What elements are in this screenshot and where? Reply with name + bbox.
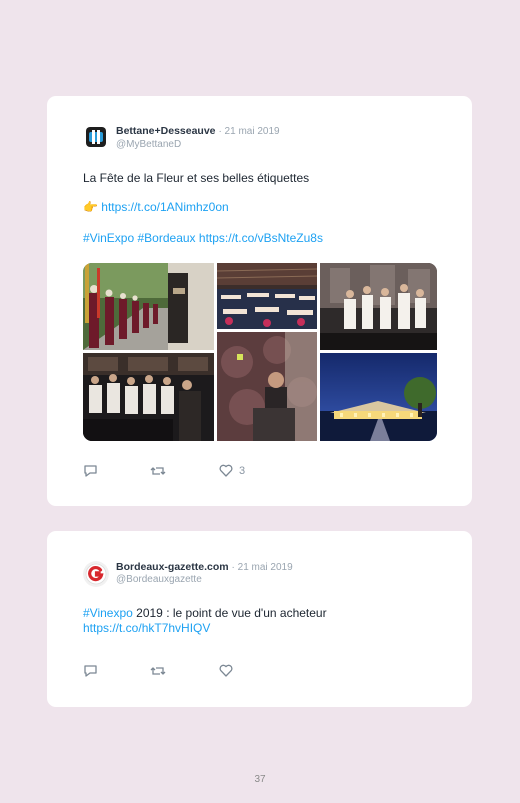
photo-venue-night[interactable]	[320, 353, 437, 441]
tweet-link[interactable]: https://t.co/hkT7hvHIQV	[83, 621, 210, 635]
author-line: Bettane+Desseauve · 21 mai 2019	[116, 125, 280, 137]
tweet-tags-line: #VinExpo #Bordeaux https://t.co/vBsNteZu…	[83, 231, 323, 245]
photo-procession[interactable]	[83, 263, 214, 350]
retweet-button[interactable]	[150, 464, 166, 478]
photo-grid	[83, 263, 437, 441]
reply-icon	[84, 465, 97, 477]
hashtag-vinexpo[interactable]: #Vinexpo	[83, 606, 133, 620]
like-count: 3	[239, 464, 246, 477]
avatar[interactable]	[83, 561, 109, 587]
tweet-date[interactable]: · 21 mai 2019	[218, 126, 279, 137]
retweet-icon	[150, 467, 166, 475]
heart-icon	[219, 464, 233, 477]
reply-button[interactable]	[83, 464, 98, 478]
retweet-icon	[150, 667, 166, 675]
tweet-text: #Vinexpo 2019 : le point de vue d'un ach…	[83, 606, 327, 620]
tweet-actions	[83, 664, 283, 680]
tweet-card-1: Bettane+Desseauve · 21 mai 2019 @MyBetta…	[47, 96, 472, 506]
retweet-button[interactable]	[150, 664, 166, 678]
author-line: Bordeaux-gazette.com · 21 mai 2019	[116, 561, 293, 573]
reply-button[interactable]	[83, 664, 98, 678]
reply-icon	[84, 665, 97, 677]
pointing-hand-icon: 👉	[83, 200, 98, 214]
hashtag-vinexpo[interactable]: #VinExpo	[83, 231, 134, 245]
tweet-link[interactable]: https://t.co/1ANimhz0on	[101, 200, 228, 214]
photo-chefs[interactable]	[320, 263, 437, 350]
author-handle[interactable]: @Bordeauxgazette	[116, 574, 202, 585]
author-handle[interactable]: @MyBettaneD	[116, 139, 181, 150]
tweet-card-2: Bordeaux-gazette.com · 21 mai 2019 @Bord…	[47, 531, 472, 707]
heart-icon	[219, 664, 233, 677]
photo-speaker[interactable]	[217, 332, 317, 441]
tweet-link-line: https://t.co/hkT7hvHIQV	[83, 621, 210, 635]
hashtag-bordeaux[interactable]: #Bordeaux	[138, 231, 196, 245]
page-number: 37	[254, 774, 266, 785]
tweet-actions: 3	[83, 464, 283, 480]
like-button[interactable]	[219, 664, 233, 677]
tweet-text: La Fête de la Fleur et ses belles étique…	[83, 171, 310, 185]
tweet-text-body: 2019 : le point de vue d'un acheteur	[132, 606, 327, 620]
like-button[interactable]: 3	[219, 464, 245, 477]
author-name[interactable]: Bettane+Desseauve	[116, 125, 216, 137]
tweet-date[interactable]: · 21 mai 2019	[232, 562, 293, 573]
tweet-link[interactable]: https://t.co/vBsNteZu8s	[199, 231, 323, 245]
avatar[interactable]	[83, 124, 109, 150]
tweet-link-line: 👉 https://t.co/1ANimhz0on	[83, 200, 229, 214]
photo-choir[interactable]	[83, 353, 214, 441]
photo-dinner-hall[interactable]	[217, 263, 317, 329]
author-name[interactable]: Bordeaux-gazette.com	[116, 561, 229, 573]
